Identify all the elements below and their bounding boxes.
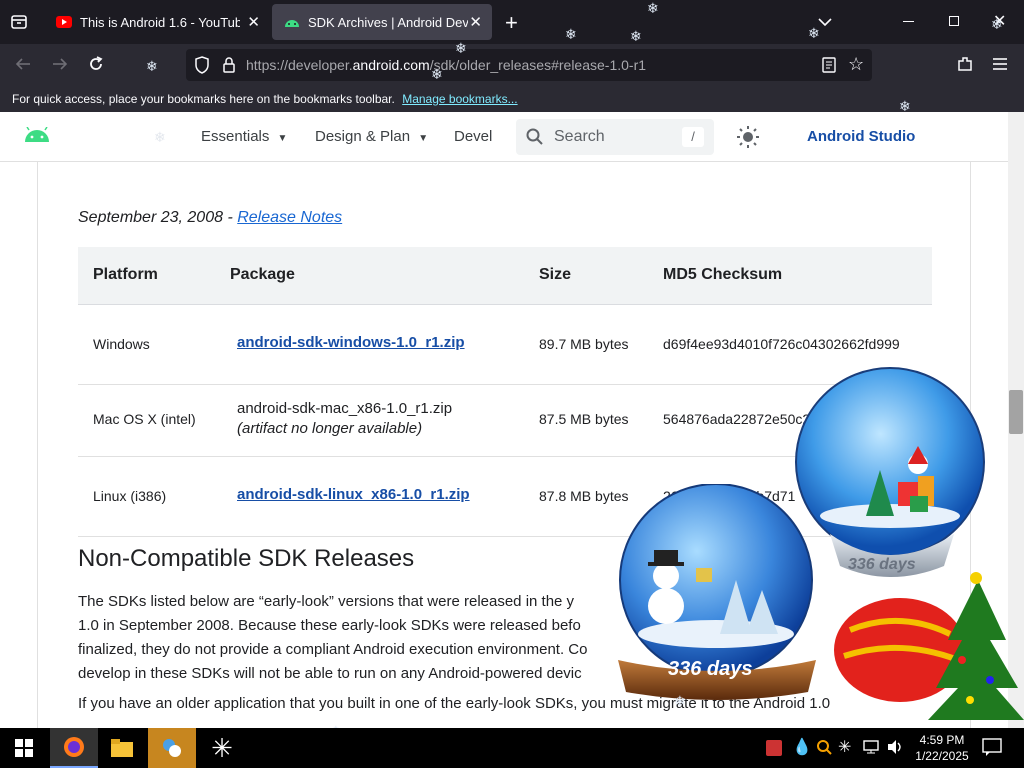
notifications-icon[interactable] <box>982 738 1002 761</box>
tray-icon[interactable] <box>766 740 782 756</box>
system-clock[interactable]: 4:59 PM 1/22/2025 <box>910 732 974 764</box>
manage-bookmarks-link[interactable]: Manage bookmarks... <box>402 92 517 106</box>
scrollbar-thumb[interactable] <box>1009 390 1023 434</box>
windows-start-icon[interactable] <box>0 728 48 768</box>
theme-toggle-icon[interactable] <box>736 125 760 154</box>
md5-cell: d69f4ee93d4010f726c04302662fd999 <box>663 336 900 352</box>
url-path: /sdk/older_releases#release-1.0-r1 <box>429 57 647 73</box>
platform-cell: Mac OS X (intel) <box>93 411 196 427</box>
release-notes-link[interactable]: Release Notes <box>237 209 342 226</box>
snow-globe-large[interactable]: 336 days <box>612 483 822 704</box>
christmas-tree-decoration <box>830 560 1024 728</box>
tab-title: This is Android 1.6 - YouTube <box>80 14 240 30</box>
caret-down-icon: ▼ <box>277 133 288 144</box>
app-icon[interactable] <box>148 728 196 768</box>
nav-develop[interactable]: Devel <box>454 128 492 145</box>
snowflake-icon: ❄ <box>899 98 911 114</box>
package-note: (artifact no longer available) <box>237 420 423 437</box>
snowflake-icon: ❄ <box>991 16 1003 32</box>
lock-icon[interactable] <box>222 56 236 79</box>
url-domain: android.com <box>352 57 430 73</box>
snowflake-icon: ❄ <box>565 26 577 42</box>
snowflake-icon: ❄ <box>674 693 686 709</box>
tab-list-icon[interactable] <box>10 13 28 31</box>
nav-essentials[interactable]: Essentials ▼ <box>201 128 287 145</box>
section-heading: Non-Compatible SDK Releases <box>78 545 415 572</box>
size-cell: 89.7 MB bytes <box>539 336 629 352</box>
new-tab-icon[interactable]: + <box>505 10 518 36</box>
url-text[interactable]: https://developer.android.com/sdk/older_… <box>246 57 646 73</box>
minimize-icon[interactable] <box>903 21 914 22</box>
size-cell: 87.5 MB bytes <box>539 411 629 427</box>
countdown-label-large: 336 days <box>668 658 753 680</box>
platform-cell: Windows <box>93 336 150 352</box>
clock-time: 4:59 PM <box>919 733 965 747</box>
header-package: Package <box>230 266 295 283</box>
search-input[interactable]: Search / <box>516 119 714 155</box>
close-tab-icon[interactable]: ✕ <box>469 13 482 31</box>
close-tab-icon[interactable]: ✕ <box>247 13 260 31</box>
url-prefix: https://developer. <box>246 57 353 73</box>
android-icon <box>284 14 300 30</box>
snowflake-icon: ❄ <box>146 58 158 74</box>
tab-sdk-archives[interactable]: SDK Archives | Android Develo ✕ <box>272 4 492 40</box>
platform-cell: Linux (i386) <box>93 488 167 504</box>
network-icon[interactable] <box>862 739 880 760</box>
snowflake-tray-icon[interactable]: ✳ <box>838 737 851 757</box>
bookmark-star-icon[interactable]: ☆ <box>848 54 864 75</box>
clock-date: 1/22/2025 <box>915 749 969 763</box>
bookmarks-toolbar: For quick access, place your bookmarks h… <box>0 86 1024 112</box>
address-bar[interactable]: https://developer.android.com/sdk/older_… <box>186 49 872 81</box>
snowflake-icon: ❄ <box>630 28 642 44</box>
nav-label: Devel <box>454 128 493 145</box>
reader-view-icon[interactable] <box>822 57 836 78</box>
forward-icon[interactable] <box>51 55 69 78</box>
reload-icon[interactable] <box>87 55 105 78</box>
chevron-down-icon[interactable] <box>818 14 832 32</box>
nav-label: Design & Plan <box>315 128 411 145</box>
header-md5: MD5 Checksum <box>663 266 783 283</box>
nav-design-plan[interactable]: Design & Plan ▼ <box>315 128 428 145</box>
droplet-icon[interactable]: 💧 <box>792 737 812 757</box>
youtube-icon <box>56 14 72 30</box>
snowflake-icon: ❄ <box>455 40 467 56</box>
snow-globe-small[interactable]: 336 days <box>794 366 994 586</box>
android-logo[interactable] <box>24 126 50 148</box>
snowflake-icon: ❄ <box>647 0 659 16</box>
tab-youtube[interactable]: This is Android 1.6 - YouTube ✕ <box>44 4 270 40</box>
snowflake-app-icon[interactable]: ✳ <box>198 728 246 768</box>
search-shortcut-key: / <box>682 127 704 147</box>
volume-icon[interactable] <box>886 739 904 760</box>
file-explorer-icon[interactable] <box>98 728 146 768</box>
firefox-icon[interactable] <box>50 728 98 768</box>
caret-down-icon: ▼ <box>418 133 429 144</box>
site-header: Essentials ▼ Design & Plan ▼ Devel Searc… <box>0 112 1008 162</box>
header-platform: Platform <box>93 266 158 283</box>
android-studio-link[interactable]: Android Studio <box>807 128 915 145</box>
search-icon <box>526 128 544 151</box>
snowflake-icon: ❄ <box>154 129 166 145</box>
nav-label: Essentials <box>201 128 270 145</box>
tab-title: SDK Archives | Android Develo <box>308 14 468 30</box>
snowflake-icon: ❄ <box>808 25 820 41</box>
back-icon[interactable] <box>14 55 32 78</box>
menu-icon[interactable] <box>993 57 1007 75</box>
header-size: Size <box>539 266 572 283</box>
tab-bar: This is Android 1.6 - YouTube ✕ SDK Arch… <box>0 0 1024 44</box>
taskbar: ✳ 💧 ✳ 4:59 PM 1/22/2025 <box>0 728 1024 768</box>
package-link[interactable]: android-sdk-windows-1.0_r1.zip <box>237 334 465 351</box>
search-tray-icon[interactable] <box>816 739 832 760</box>
table-header: Platform Package Size MD5 Checksum <box>78 247 932 305</box>
package-name: android-sdk-mac_x86-1.0_r1.zip <box>237 400 453 417</box>
extensions-icon[interactable] <box>956 55 974 78</box>
package-link[interactable]: android-sdk-linux_x86-1.0_r1.zip <box>237 486 470 503</box>
shield-icon[interactable] <box>194 56 210 79</box>
release-date-text: September 23, 2008 - <box>78 209 238 226</box>
snowflake-icon: ❄ <box>431 66 443 82</box>
search-placeholder: Search <box>554 128 605 145</box>
bookmarks-message: For quick access, place your bookmarks h… <box>12 92 395 106</box>
restore-icon[interactable] <box>949 16 959 26</box>
release-date: September 23, 2008 - Release Notes <box>78 209 342 227</box>
